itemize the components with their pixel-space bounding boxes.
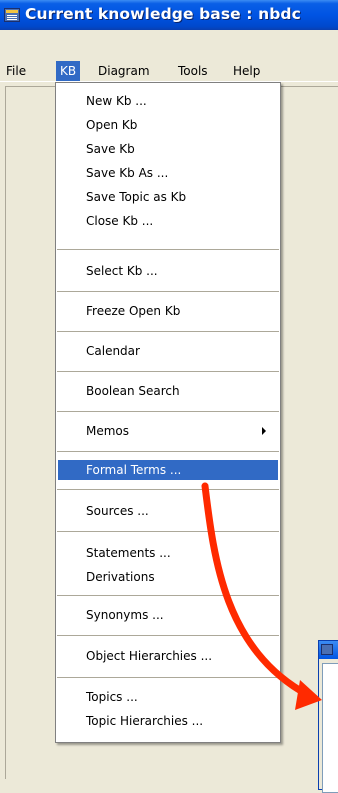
- annotation-arrow-head: [295, 680, 322, 710]
- annotation-arrow: [201, 482, 322, 710]
- annotation-arrow-line: [201, 482, 312, 699]
